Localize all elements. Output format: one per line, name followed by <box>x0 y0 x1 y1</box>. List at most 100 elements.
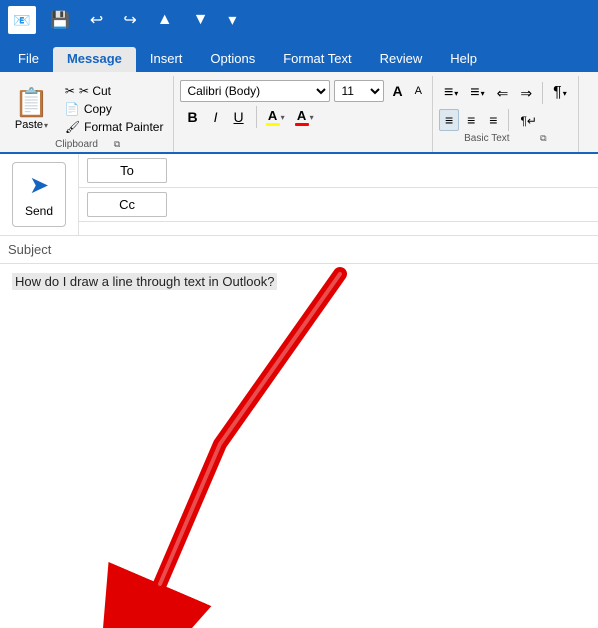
font-top-row: Calibri (Body) Arial Times New Roman Ver… <box>180 80 425 102</box>
bullets-button[interactable]: ≡ ▾ <box>439 80 463 106</box>
align-right-button[interactable]: ≡ <box>483 109 503 131</box>
cut-button[interactable]: ✂ ✂ Cut <box>61 83 168 99</box>
move-down-button[interactable]: ▼ <box>187 9 215 31</box>
para-sep <box>542 82 543 104</box>
send-button[interactable]: ➤ Send <box>12 162 66 227</box>
bullets-dropdown[interactable]: ▾ <box>454 89 458 98</box>
italic-button[interactable]: I <box>207 105 225 129</box>
bold-button[interactable]: B <box>180 105 204 129</box>
bullets-icon: ≡ <box>444 84 453 102</box>
cc-field-row: Cc <box>79 188 598 222</box>
tab-help[interactable]: Help <box>436 47 491 72</box>
subject-input[interactable] <box>76 242 590 257</box>
paste-icon: 📋 <box>14 86 49 119</box>
send-area: ➤ Send <box>0 154 79 235</box>
app-icon: 📧 <box>8 6 36 34</box>
subject-field-row: Subject <box>0 236 598 264</box>
highlight-button[interactable]: A ▾ <box>262 105 289 129</box>
align-right-icon: ≡ <box>489 112 497 128</box>
compose-header: ➤ Send To Cc <box>0 154 598 236</box>
numbering-icon: ≡ <box>470 84 479 102</box>
font-family-select[interactable]: Calibri (Body) Arial Times New Roman Ver… <box>180 80 330 102</box>
numbering-button[interactable]: ≡ ▾ <box>465 80 489 106</box>
cut-label: ✂ Cut <box>79 84 111 98</box>
copy-button[interactable]: 📄 Copy <box>61 101 168 117</box>
increase-indent-icon: ⇒ <box>520 85 532 102</box>
decrease-indent-button[interactable]: ⇐ <box>492 81 514 106</box>
outlook-window: 📧 💾 ↩ ↪ ▲ ▼ ▾ File Message Insert Option… <box>0 0 598 628</box>
format-painter-icon: 🖌 <box>65 120 80 134</box>
align-left-button[interactable]: ≡ <box>439 109 459 131</box>
increase-indent-button[interactable]: ⇒ <box>515 81 537 106</box>
ribbon-tabs: File Message Insert Options Format Text … <box>0 40 598 72</box>
para-mark-dropdown[interactable]: ▾ <box>563 89 567 98</box>
font-shrink-button[interactable]: A <box>411 83 426 99</box>
send-label: Send <box>25 204 53 218</box>
compose-fields: To Cc <box>79 154 598 235</box>
highlight-dropdown-icon[interactable]: ▾ <box>281 113 285 122</box>
cc-button[interactable]: Cc <box>87 192 167 217</box>
font-size-select[interactable]: 8910 111214 161820 <box>334 80 384 102</box>
save-button[interactable]: 💾 <box>44 8 76 32</box>
format-painter-button[interactable]: 🖌 Format Painter <box>61 119 168 135</box>
font-section: Calibri (Body) Arial Times New Roman Ver… <box>174 76 432 152</box>
font-color-dropdown-icon[interactable]: ▾ <box>310 113 314 122</box>
to-input[interactable] <box>175 161 590 180</box>
ribbon: 📋 Paste ▾ ✂ ✂ Cut 📄 <box>0 72 598 154</box>
paragraph-section: ≡ ▾ ≡ ▾ ⇐ ⇒ <box>433 76 579 152</box>
underline-button[interactable]: U <box>226 105 250 129</box>
tab-options[interactable]: Options <box>196 47 269 72</box>
clipboard-top: 📋 Paste ▾ ✂ ✂ Cut 📄 <box>8 80 167 137</box>
clipboard-items: ✂ ✂ Cut 📄 Copy 🖌 Format Painter <box>57 83 168 135</box>
numbering-dropdown[interactable]: ▾ <box>481 89 485 98</box>
tab-format-text[interactable]: Format Text <box>269 47 365 72</box>
font-color-icon: A <box>297 108 306 123</box>
paragraph-mark-button[interactable]: ¶ ▾ <box>548 80 572 106</box>
font-bottom-row: B I U A ▾ A <box>180 105 425 129</box>
email-body[interactable]: How do I draw a line through text in Out… <box>0 264 598 628</box>
to-field-row: To <box>79 154 598 188</box>
copy-icon: 📄 <box>65 102 80 116</box>
align-center-icon: ≡ <box>467 112 475 128</box>
rtl-icon: ¶↵ <box>520 114 537 128</box>
tab-review[interactable]: Review <box>366 47 437 72</box>
font-separator <box>256 106 257 128</box>
font-grow-button[interactable]: A <box>388 81 406 101</box>
tab-message[interactable]: Message <box>53 47 136 72</box>
annotation-arrow <box>0 244 360 628</box>
font-color-button[interactable]: A ▾ <box>291 105 318 129</box>
decrease-indent-icon: ⇐ <box>497 85 509 102</box>
paragraph-section-label: Basic Text ⧉ <box>439 131 572 146</box>
title-bar: 📧 💾 ↩ ↪ ▲ ▼ ▾ <box>0 0 598 40</box>
font-section-label <box>180 129 425 133</box>
paragraph-top-row: ≡ ▾ ≡ ▾ ⇐ ⇒ <box>439 80 572 106</box>
copy-label: Copy <box>84 102 112 116</box>
more-options-button[interactable]: ▾ <box>222 8 242 32</box>
cc-input[interactable] <box>175 195 590 214</box>
align-left-icon: ≡ <box>445 112 453 128</box>
clipboard-section: 📋 Paste ▾ ✂ ✂ Cut 📄 <box>4 76 174 152</box>
ribbon-body: 📋 Paste ▾ ✂ ✂ Cut 📄 <box>0 76 598 152</box>
clipboard-expand-icon[interactable]: ⧉ <box>114 139 120 150</box>
compose-area: ➤ Send To Cc Subject How <box>0 154 598 628</box>
move-up-button[interactable]: ▲ <box>151 9 179 31</box>
to-button[interactable]: To <box>87 158 167 183</box>
tab-insert[interactable]: Insert <box>136 47 197 72</box>
paste-label: Paste <box>15 119 43 131</box>
align-center-button[interactable]: ≡ <box>461 109 481 131</box>
highlight-color-bar <box>266 123 280 126</box>
subject-label: Subject <box>8 242 68 257</box>
body-text: How do I draw a line through text in Out… <box>12 273 277 290</box>
align-sep <box>508 109 509 131</box>
send-icon: ➤ <box>29 171 49 200</box>
paste-button[interactable]: 📋 Paste ▾ <box>8 84 55 133</box>
tab-file[interactable]: File <box>4 47 53 72</box>
redo-button[interactable]: ↪ <box>117 8 142 32</box>
cut-icon: ✂ <box>65 84 75 98</box>
paste-dropdown-icon[interactable]: ▾ <box>44 121 48 130</box>
format-painter-label: Format Painter <box>84 120 163 134</box>
clipboard-section-label: Clipboard ⧉ <box>8 137 167 152</box>
para-expand-icon[interactable]: ⧉ <box>540 133 546 143</box>
undo-button[interactable]: ↩ <box>84 8 109 32</box>
rtl-button[interactable]: ¶↵ <box>514 109 543 131</box>
